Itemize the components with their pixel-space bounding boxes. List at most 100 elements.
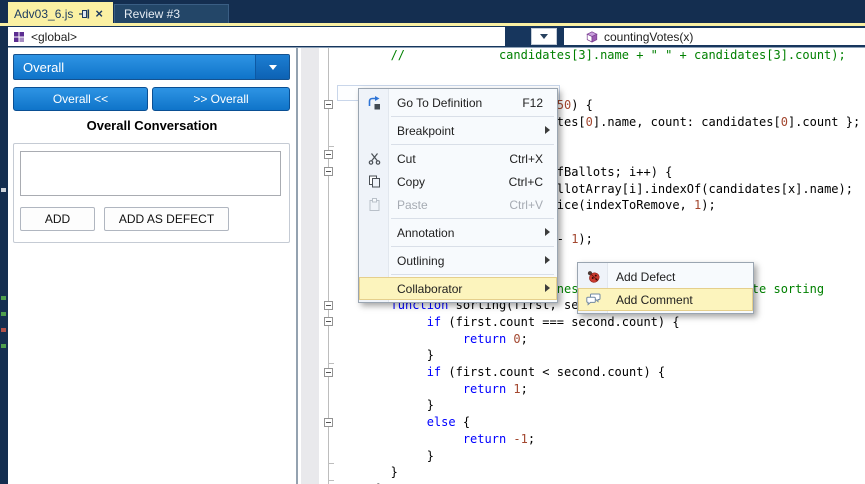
button-label: >> Overall — [193, 92, 248, 106]
outline-collapse-toggle[interactable] — [324, 368, 333, 377]
submenu-arrow-icon — [545, 256, 550, 264]
outline-end-marker — [328, 146, 334, 147]
outline-collapse-toggle[interactable] — [324, 150, 333, 159]
button-label: Overall << — [53, 92, 108, 106]
cut-icon — [359, 147, 389, 170]
tab-label: Review #3 — [124, 7, 180, 21]
scope-dropdown-arrow[interactable] — [531, 28, 557, 45]
menu-item-label: Add Comment — [608, 293, 753, 307]
menu-item-label: Cut — [389, 152, 509, 166]
scroll-annotation-mark — [1, 188, 6, 192]
menu-item-shortcut: Ctrl+C — [509, 175, 557, 189]
review-panel: Overall Overall << >> Overall Overall Co… — [8, 48, 296, 484]
overall-right-button[interactable]: >> Overall — [152, 87, 290, 111]
global-scope-icon — [13, 31, 25, 43]
menu-item-label: Breakpoint — [389, 124, 557, 138]
menu-item-label: Copy — [389, 175, 509, 189]
scroll-annotation-mark — [1, 344, 6, 348]
overall-left-button[interactable]: Overall << — [13, 87, 148, 111]
outline-collapse-toggle[interactable] — [324, 418, 333, 427]
menu-item-shortcut: Ctrl+X — [509, 152, 557, 166]
button-label: ADD AS DEFECT — [119, 212, 214, 226]
menu-icon-placeholder — [359, 249, 389, 272]
collaborator-submenu: Add Defect Add Comment — [577, 262, 754, 314]
menu-item-label: Paste — [389, 198, 509, 212]
paste-icon — [359, 193, 389, 216]
menu-icon-placeholder — [359, 119, 389, 142]
outline-collapse-toggle[interactable] — [324, 301, 333, 310]
pin-icon[interactable] — [78, 8, 90, 20]
tab-review-3[interactable]: Review #3 — [114, 4, 229, 23]
menu-item-collaborator[interactable]: Collaborator — [359, 277, 557, 300]
submenu-arrow-icon — [545, 126, 550, 134]
menu-icon-placeholder — [359, 277, 389, 300]
menu-item-shortcut: Ctrl+V — [509, 198, 557, 212]
menu-separator — [391, 116, 554, 117]
indicator-margin — [301, 48, 319, 484]
submenu-arrow-icon — [545, 228, 550, 236]
outline-collapse-toggle[interactable] — [324, 167, 333, 176]
menu-icon-placeholder — [359, 221, 389, 244]
code-line: } — [340, 397, 860, 414]
comment-bubbles-icon — [578, 288, 608, 311]
navigation-bar: <global> countingVotes(x) — [8, 26, 865, 48]
close-icon[interactable]: × — [95, 9, 103, 19]
menu-item-go-to-definition[interactable]: Go To DefinitionF12 — [359, 91, 557, 114]
outline-collapse-toggle[interactable] — [324, 317, 333, 326]
code-line: return -1; — [340, 431, 860, 448]
context-menu: Go To DefinitionF12BreakpointCutCtrl+XCo… — [358, 88, 558, 303]
scope-label: <global> — [31, 30, 77, 44]
code-line: if (first.count < second.count) { — [340, 364, 860, 381]
menu-item-label: Collaborator — [389, 282, 557, 296]
outline-end-marker — [328, 480, 334, 481]
scroll-annotation-mark — [1, 312, 6, 316]
menu-item-label: Add Defect — [608, 270, 753, 284]
menu-item-add-defect[interactable]: Add Defect — [578, 265, 753, 288]
code-line: return 1; — [340, 381, 860, 398]
add-as-defect-button[interactable]: ADD AS DEFECT — [104, 207, 229, 231]
comment-textarea[interactable] — [20, 151, 281, 196]
chevron-down-icon — [540, 34, 548, 39]
conversation-group-box: ADD ADD AS DEFECT — [13, 143, 290, 243]
window-edge-strip — [0, 0, 8, 484]
submenu-arrow-icon — [545, 284, 550, 292]
menu-item-label: Go To Definition — [389, 96, 522, 110]
combo-value: Overall — [23, 60, 64, 75]
scope-dropdown[interactable]: <global> — [8, 27, 505, 46]
add-button[interactable]: ADD — [20, 207, 95, 231]
code-line: // candidates[3].name + " " + candidates… — [340, 48, 860, 64]
menu-item-paste: PasteCtrl+V — [359, 193, 557, 216]
menu-separator — [391, 246, 554, 247]
method-cube-icon — [586, 31, 598, 43]
menu-separator — [391, 144, 554, 145]
code-line: } — [340, 464, 860, 481]
menu-item-add-comment[interactable]: Add Comment — [578, 288, 753, 311]
section-title: Overall Conversation — [8, 118, 296, 133]
outline-end-marker — [328, 363, 334, 364]
combo-dropdown-arrow[interactable] — [255, 55, 289, 79]
member-label: countingVotes(x) — [604, 30, 693, 44]
menu-item-outlining[interactable]: Outlining — [359, 249, 557, 272]
bug-icon — [578, 265, 608, 288]
code-line: return 0; — [340, 331, 860, 348]
code-line: } — [340, 347, 860, 364]
chevron-down-icon — [269, 65, 277, 70]
tab-label: Adv03_6.js — [14, 7, 73, 21]
tab-adv03-6-js[interactable]: Adv03_6.js × — [8, 2, 113, 26]
code-line: } — [340, 448, 860, 465]
button-label: ADD — [45, 212, 70, 226]
menu-item-label: Outlining — [389, 254, 557, 268]
menu-item-breakpoint[interactable]: Breakpoint — [359, 119, 557, 142]
outline-collapse-toggle[interactable] — [324, 100, 333, 109]
menu-item-shortcut: F12 — [522, 96, 557, 110]
menu-separator — [391, 218, 554, 219]
menu-item-cut[interactable]: CutCtrl+X — [359, 147, 557, 170]
menu-item-copy[interactable]: CopyCtrl+C — [359, 170, 557, 193]
scroll-annotation-mark — [1, 296, 6, 300]
menu-item-annotation[interactable]: Annotation — [359, 221, 557, 244]
review-scope-combo[interactable]: Overall — [13, 54, 290, 80]
code-line: if (first.count === second.count) { — [340, 314, 860, 331]
copy-icon — [359, 170, 389, 193]
member-dropdown[interactable]: countingVotes(x) — [564, 28, 865, 45]
menu-item-label: Annotation — [389, 226, 557, 240]
